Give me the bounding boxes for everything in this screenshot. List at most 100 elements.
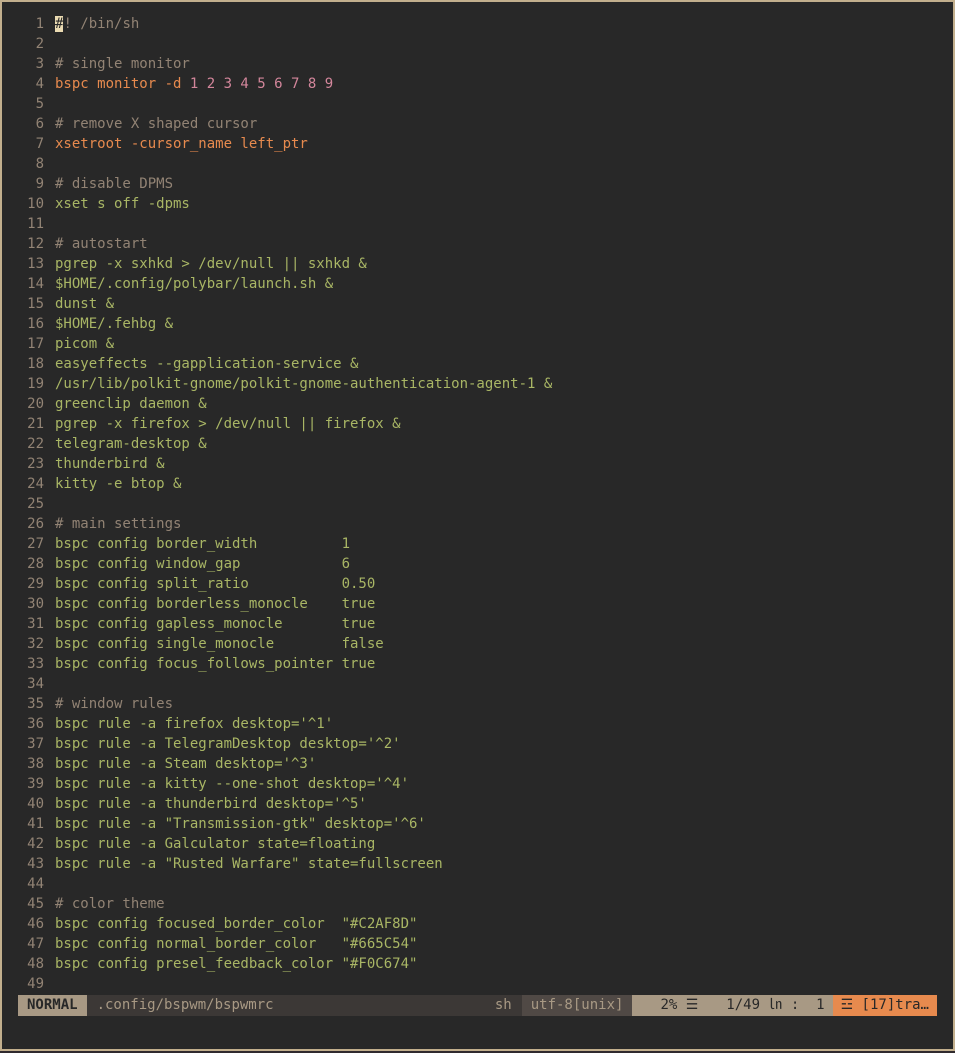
code-token: # color theme — [55, 896, 165, 912]
line-text: # main settings — [55, 514, 181, 534]
line-number: 33 — [27, 656, 44, 672]
code-line[interactable]: 12 # autostart — [18, 234, 938, 254]
status-line: NORMAL .config/bspwm/bspwmrc sh utf-8[un… — [18, 995, 937, 1016]
code-token: bspc config focus_follows_pointer true — [55, 656, 376, 672]
code-token: bspc config presel_feedback_color "#F0C6… — [55, 956, 418, 972]
code-line[interactable]: 15 dunst & — [18, 294, 938, 314]
line-number: 11 — [27, 216, 44, 232]
code-line[interactable]: 22 telegram-desktop & — [18, 434, 938, 454]
code-line[interactable]: 41 bspc rule -a "Transmission-gtk" deskto… — [18, 814, 938, 834]
code-token: bspc config borderless_monocle true — [55, 596, 376, 612]
code-line[interactable]: 27 bspc config border_width 1 — [18, 534, 938, 554]
code-line[interactable]: 43 bspc rule -a "Rusted Warfare" state=fu… — [18, 854, 938, 874]
terminal-window[interactable]: 1 #! /bin/sh 2 3 # single monitor 4 bspc monit… — [0, 0, 955, 1051]
line-number: 1 — [35, 16, 44, 32]
code-line[interactable]: 37 bspc rule -a TelegramDesktop desktop='… — [18, 734, 938, 754]
line-number: 43 — [27, 856, 44, 872]
line-text: bspc rule -a Galculator state=floating — [55, 834, 375, 854]
code-line[interactable]: 48 bspc config presel_feedback_color "#F0… — [18, 954, 938, 974]
line-number: 12 — [27, 236, 44, 252]
code-line[interactable]: 3 # single monitor — [18, 54, 938, 74]
code-token: pgrep -x firefox > /dev/null || firefox … — [55, 416, 401, 432]
line-number: 4 — [35, 76, 44, 92]
code-token: telegram-desktop & — [55, 436, 207, 452]
code-line[interactable]: 45 # color theme — [18, 894, 938, 914]
code-line[interactable]: 20 greenclip daemon & — [18, 394, 938, 414]
line-number: 22 — [27, 436, 44, 452]
code-line[interactable]: 46 bspc config focused_border_color "#C2A… — [18, 914, 938, 934]
code-line[interactable]: 4 bspc monitor -d 1 2 3 4 5 6 7 8 9 — [18, 74, 938, 94]
code-token: bspc rule -a TelegramDesktop desktop='^2… — [55, 736, 401, 752]
code-line[interactable]: 34 — [18, 674, 938, 694]
line-text: bspc config gapless_monocle true — [55, 614, 375, 634]
code-line[interactable]: 5 — [18, 94, 938, 114]
code-token: bspc config border_width 1 — [55, 536, 351, 552]
line-number: 39 — [27, 776, 44, 792]
code-line[interactable]: 29 bspc config split_ratio 0.50 — [18, 574, 938, 594]
code-line[interactable]: 47 bspc config normal_border_color "#665C… — [18, 934, 938, 954]
line-number: 19 — [27, 376, 44, 392]
code-token: $HOME/.config/polybar/launch.sh & — [55, 276, 334, 292]
code-line[interactable]: 33 bspc config focus_follows_pointer true — [18, 654, 938, 674]
line-text: bspc config focus_follows_pointer true — [55, 654, 375, 674]
code-token: easyeffects --gapplication-service & — [55, 356, 359, 372]
editor-buffer[interactable]: 1 #! /bin/sh 2 3 # single monitor 4 bspc monit… — [18, 14, 938, 994]
code-token: 1 2 3 4 5 6 7 8 9 — [189, 76, 334, 92]
code-token: greenclip daemon & — [55, 396, 207, 412]
line-text: bspc config single_monocle false — [55, 634, 384, 654]
code-line[interactable]: 49 — [18, 974, 938, 994]
code-token: bspc config split_ratio 0.50 — [55, 576, 376, 592]
code-line[interactable]: 14 $HOME/.config/polybar/launch.sh & — [18, 274, 938, 294]
code-token: bspc rule -a kitty --one-shot desktop='^… — [55, 776, 410, 792]
command-line[interactable] — [2, 1018, 953, 1049]
code-line[interactable]: 25 — [18, 494, 938, 514]
line-text: bspc config border_width 1 — [55, 534, 350, 554]
code-line[interactable]: 13 pgrep -x sxhkd > /dev/null || sxhkd & — [18, 254, 938, 274]
line-text: bspc rule -a "Transmission-gtk" desktop=… — [55, 814, 426, 834]
code-line[interactable]: 31 bspc config gapless_monocle true — [18, 614, 938, 634]
code-line[interactable]: 2 — [18, 34, 938, 54]
code-token: bspc rule -a Steam desktop='^3' — [55, 756, 317, 772]
code-line[interactable]: 7 xsetroot -cursor_name left_ptr — [18, 134, 938, 154]
line-text: $HOME/.config/polybar/launch.sh & — [55, 274, 333, 294]
code-line[interactable]: 39 bspc rule -a kitty --one-shot desktop=… — [18, 774, 938, 794]
line-text: # single monitor — [55, 54, 190, 74]
code-line[interactable]: 19/usr/lib/polkit-gnome/polkit-gnome-aut… — [18, 374, 938, 394]
code-line[interactable]: 36 bspc rule -a firefox desktop='^1' — [18, 714, 938, 734]
code-line[interactable]: 44 — [18, 874, 938, 894]
code-line[interactable]: 32 bspc config single_monocle false — [18, 634, 938, 654]
code-token: # window rules — [55, 696, 174, 712]
code-line[interactable]: 16 $HOME/.fehbg & — [18, 314, 938, 334]
code-line[interactable]: 6 # remove X shaped cursor — [18, 114, 938, 134]
position-section: 2% ☰ 1/49 ㏑ : 1 — [632, 995, 833, 1016]
code-line[interactable]: 8 — [18, 154, 938, 174]
code-line[interactable]: 28 bspc config window_gap 6 — [18, 554, 938, 574]
code-line[interactable]: 1 #! /bin/sh — [18, 14, 938, 34]
code-token: # single monitor — [55, 56, 190, 72]
code-line[interactable]: 38 bspc rule -a Steam desktop='^3' — [18, 754, 938, 774]
code-line[interactable]: 21 pgrep -x firefox > /dev/null || firefo… — [18, 414, 938, 434]
code-line[interactable]: 30 bspc config borderless_monocle true — [18, 594, 938, 614]
line-number: 18 — [27, 356, 44, 372]
code-token: ! /bin/sh — [63, 16, 140, 32]
line-text: thunderbird & — [55, 454, 165, 474]
code-line[interactable]: 9 # disable DPMS — [18, 174, 938, 194]
line-number: 14 — [27, 276, 44, 292]
code-line[interactable]: 35 # window rules — [18, 694, 938, 714]
line-number: 31 — [27, 616, 44, 632]
code-line[interactable]: 17 picom & — [18, 334, 938, 354]
code-token: thunderbird & — [55, 456, 165, 472]
code-line[interactable]: 10 xset s off -dpms — [18, 194, 938, 214]
code-line[interactable]: 26 # main settings — [18, 514, 938, 534]
code-token: kitty -e btop & — [55, 476, 182, 492]
line-number: 17 — [27, 336, 44, 352]
code-line[interactable]: 11 — [18, 214, 938, 234]
code-token: dunst & — [55, 296, 115, 312]
code-line[interactable]: 24 kitty -e btop & — [18, 474, 938, 494]
code-line[interactable]: 23 thunderbird & — [18, 454, 938, 474]
line-number: 5 — [35, 96, 44, 112]
code-line[interactable]: 18 easyeffects --gapplication-service & — [18, 354, 938, 374]
code-line[interactable]: 42 bspc rule -a Galculator state=floating — [18, 834, 938, 854]
line-number: 34 — [27, 676, 44, 692]
code-line[interactable]: 40 bspc rule -a thunderbird desktop='^5' — [18, 794, 938, 814]
